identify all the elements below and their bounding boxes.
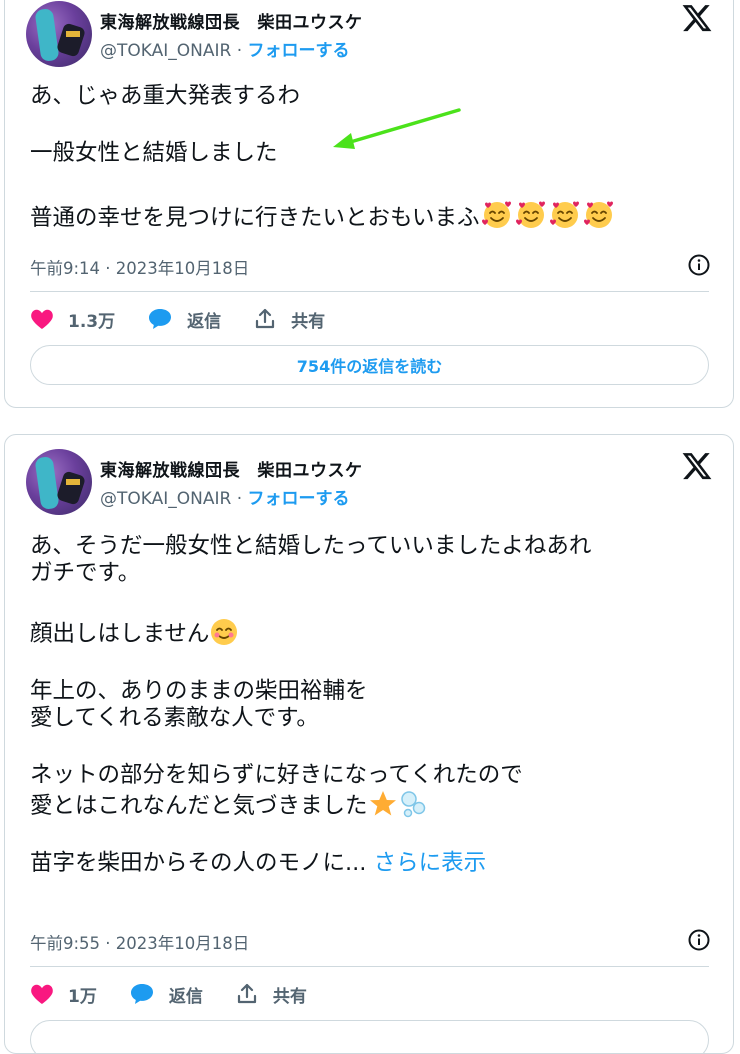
action-bar: 1.3万 返信 共有 (30, 303, 709, 335)
share-icon (237, 983, 256, 1004)
smiling-face-with-hearts-emoji (515, 201, 545, 228)
tweet-line: 愛してくれる素敵な人です。 (30, 705, 319, 731)
separator: · (236, 41, 243, 61)
star-emoji (369, 791, 396, 816)
smiling-face-with-hearts-emoji (481, 201, 511, 228)
tweet-card-1: 東海解放戦線団長 柴田ユウスケ @TOKAI_ONAIR · フォローする あ、… (4, 0, 734, 408)
bubbles-emoji (400, 791, 425, 818)
timestamp[interactable]: 午前9:14 · 2023年10月18日 (30, 255, 249, 279)
tweet-text: あ、そうだ一般女性と結婚したっていいましたよねあれ ガチです。 顔出しはしません… (30, 533, 709, 877)
handle-row: @TOKAI_ONAIR · フォローする (100, 484, 350, 509)
reply-label: 返信 (168, 986, 203, 1007)
avatar[interactable] (26, 1, 92, 67)
like-button[interactable]: 1万 (30, 982, 97, 1007)
share-label: 共有 (291, 311, 326, 332)
like-count: 1.3万 (68, 311, 116, 332)
heart-icon (31, 984, 53, 1004)
tweet-line: あ、そうだ一般女性と結婚したっていいましたよねあれ (30, 533, 592, 559)
read-replies-button[interactable]: 754件の返信を読む (30, 345, 709, 385)
tweet-line: ガチです。 (30, 560, 141, 586)
show-more-link[interactable]: さらに表示 (374, 850, 487, 876)
reply-button[interactable]: 返信 (129, 982, 203, 1007)
tweet-line: ネットの部分を知らずに好きになってくれたので (30, 762, 523, 788)
info-icon[interactable] (687, 928, 711, 952)
tweet-line: 苗字を柴田からその人のモノに... さらに表示 (30, 850, 487, 876)
handle-row: @TOKAI_ONAIR · フォローする (100, 36, 350, 61)
author-handle[interactable]: @TOKAI_ONAIR (100, 489, 231, 509)
follow-button[interactable]: フォローする (248, 41, 350, 61)
share-icon (256, 308, 275, 329)
reply-button[interactable]: 返信 (147, 307, 221, 332)
author-handle[interactable]: @TOKAI_ONAIR (100, 41, 231, 61)
smiling-face-with-hearts-emoji (549, 201, 579, 228)
author-name[interactable]: 東海解放戦線団長 柴田ユウスケ (100, 456, 363, 481)
smiling-face-with-hearts-emoji (583, 201, 613, 228)
smiling-face-emoji (211, 619, 238, 645)
info-icon[interactable] (687, 253, 711, 277)
share-label: 共有 (272, 986, 307, 1007)
heart-icon (31, 309, 53, 329)
tweet-line: 愛とはこれなんだと気づきました (30, 789, 709, 820)
like-button[interactable]: 1.3万 (30, 307, 115, 332)
share-button[interactable]: 共有 (253, 307, 325, 332)
follow-button[interactable]: フォローする (248, 489, 350, 509)
reply-bubble-icon (149, 309, 172, 329)
avatar[interactable] (26, 449, 92, 515)
tweet-line: 年上の、ありのままの柴田裕輔を (30, 678, 368, 704)
read-replies-button-partial[interactable] (30, 1020, 709, 1053)
author-name[interactable]: 東海解放戦線団長 柴田ユウスケ (100, 8, 363, 33)
separator: · (236, 489, 243, 509)
x-logo-icon[interactable] (681, 2, 713, 34)
x-logo-icon[interactable] (681, 450, 713, 482)
share-button[interactable]: 共有 (235, 982, 307, 1007)
tweet-card-2: 東海解放戦線団長 柴田ユウスケ @TOKAI_ONAIR · フォローする あ、… (4, 434, 734, 1054)
divider (30, 291, 709, 292)
timestamp[interactable]: 午前9:55 · 2023年10月18日 (30, 930, 249, 954)
reply-label: 返信 (187, 311, 222, 332)
green-arrow-annotation (333, 108, 461, 149)
like-count: 1万 (68, 986, 97, 1007)
tweet-line: 普通の幸せを見つけに行きたいとおもいまふ (30, 197, 709, 232)
divider (30, 966, 709, 967)
action-bar: 1万 返信 共有 (30, 978, 709, 1010)
tweet-line: 顔出しはしません (30, 617, 709, 648)
reply-bubble-icon (130, 984, 153, 1004)
smiling-face-with-hearts-emoji (480, 201, 616, 231)
